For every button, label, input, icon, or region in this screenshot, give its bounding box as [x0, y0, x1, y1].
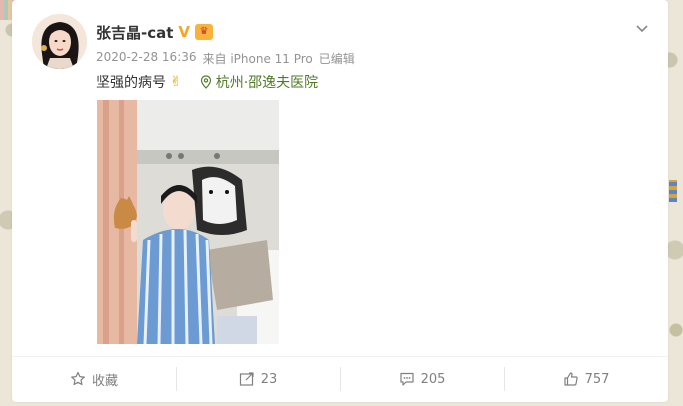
- post-meta: 2020-2-28 16:36 来自 iPhone 11 Pro 已编辑: [96, 50, 355, 67]
- location-link[interactable]: 杭州·邵逸夫医院: [200, 72, 318, 92]
- location-pin-icon: [200, 75, 211, 89]
- chevron-down-icon[interactable]: [634, 20, 650, 36]
- decor-right: [669, 180, 677, 202]
- comment-count: 205: [420, 371, 446, 387]
- like-button[interactable]: 757: [504, 357, 668, 401]
- favorite-label: 收藏: [91, 373, 118, 389]
- favorite-button[interactable]: 收藏: [12, 357, 176, 401]
- post-actions-bar: 收藏 23 205 757: [12, 356, 668, 401]
- username-row: 张吉晶-cat V ♛: [96, 22, 214, 43]
- post-text-content: 坚强的病号: [96, 75, 166, 91]
- location-label: 杭州·邵逸夫医院: [215, 75, 319, 91]
- avatar[interactable]: [32, 14, 87, 69]
- star-icon: [71, 371, 85, 386]
- repost-button[interactable]: 23: [176, 357, 340, 401]
- edited-label[interactable]: 已编辑: [319, 50, 355, 67]
- crown-icon[interactable]: ♛: [195, 24, 214, 40]
- verified-badge-icon: V: [178, 22, 191, 41]
- share-icon: [239, 372, 254, 386]
- thumbs-up-icon: [563, 372, 578, 386]
- victory-hand-emoji: ✌: [170, 74, 182, 90]
- comment-icon: [399, 372, 414, 386]
- post-source: 来自 iPhone 11 Pro: [202, 52, 313, 66]
- post-text: 坚强的病号 ✌ 杭州·邵逸夫医院: [96, 72, 318, 92]
- weibo-post-card: 张吉晶-cat V ♛ 2020-2-28 16:36 来自 iPhone 11…: [12, 0, 668, 402]
- post-timestamp[interactable]: 2020-2-28 16:36: [96, 50, 197, 67]
- post-photo[interactable]: [97, 100, 279, 344]
- comment-button[interactable]: 205: [340, 357, 504, 401]
- like-count: 757: [584, 371, 610, 387]
- username[interactable]: 张吉晶-cat: [96, 22, 173, 43]
- repost-count: 23: [260, 371, 278, 387]
